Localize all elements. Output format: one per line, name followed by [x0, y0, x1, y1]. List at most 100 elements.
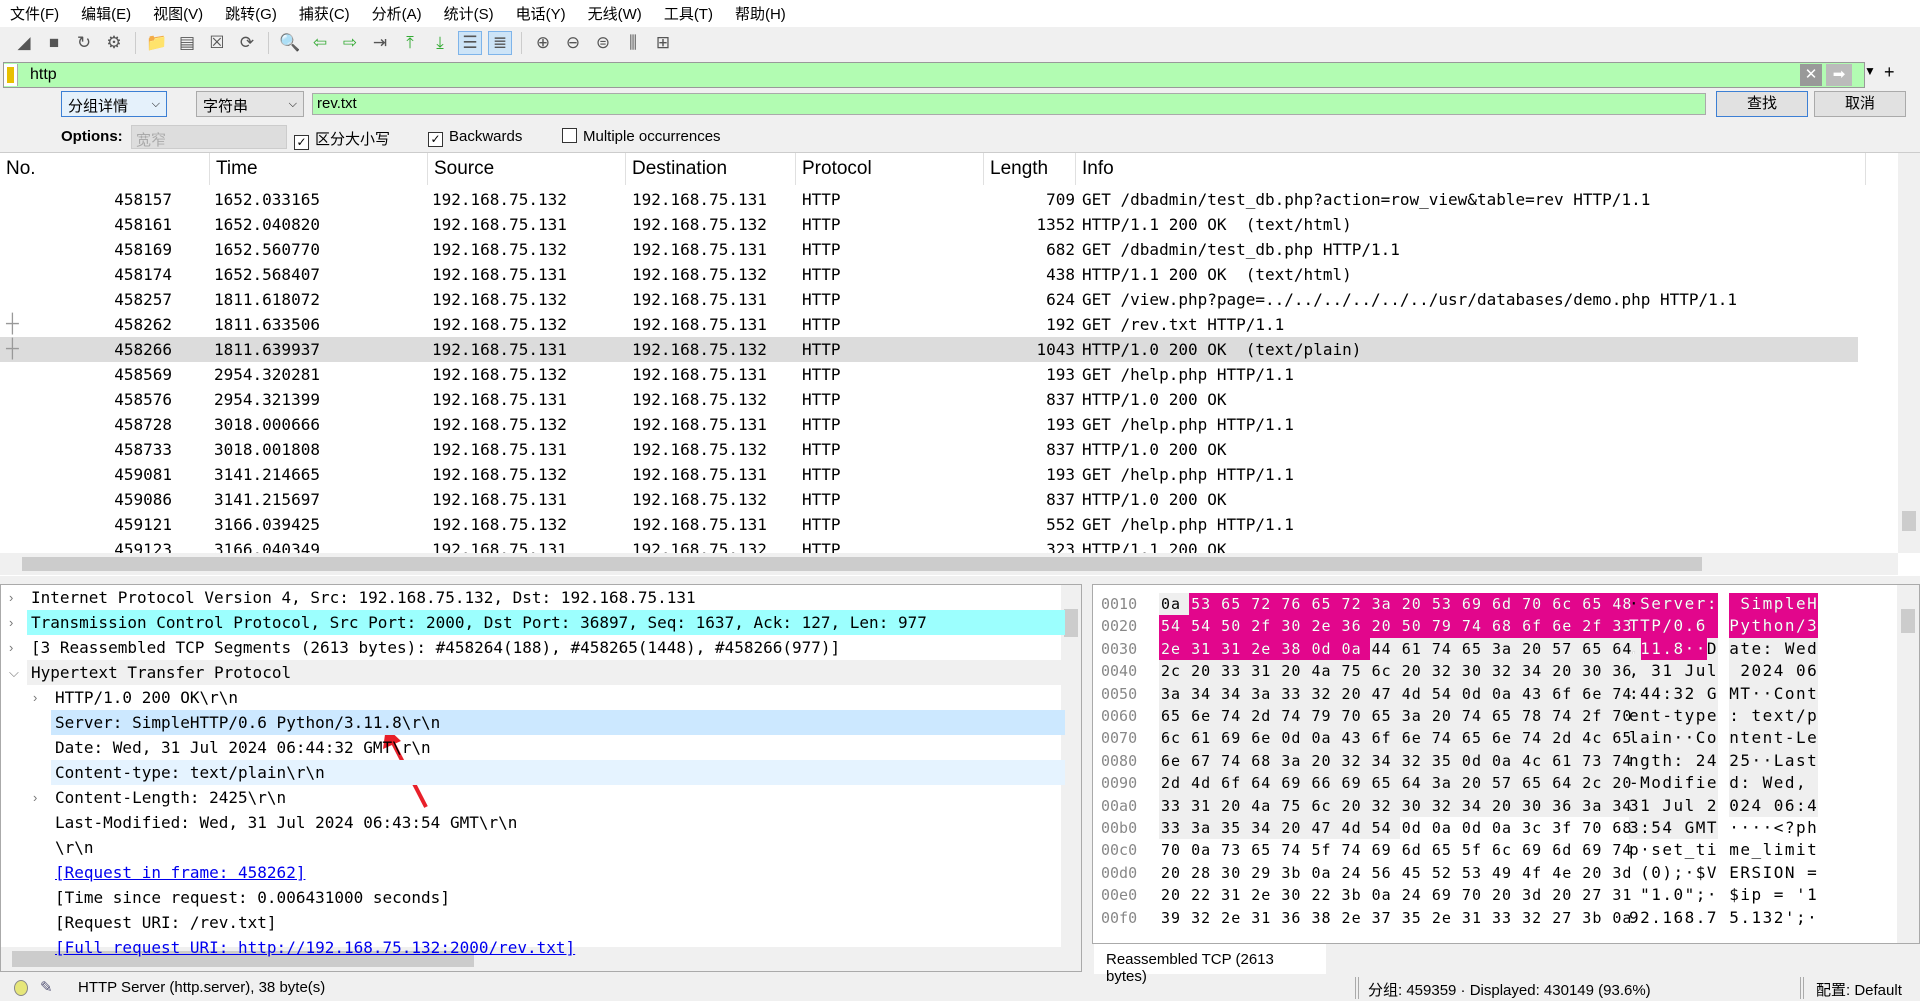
ascii-text[interactable]: -Modifie d: Wed,: [1629, 772, 1818, 794]
bytes-tab-reassembled-tcp[interactable]: Reassembled TCP (2613 bytes): [1094, 944, 1326, 985]
case-sensitive-checkbox[interactable]: ✓ 区分大小写: [294, 128, 390, 150]
menu-item[interactable]: 捕获(C): [299, 3, 350, 24]
ascii-text[interactable]: lain··Co ntent-Le: [1629, 727, 1818, 749]
column-header-source[interactable]: Source: [428, 153, 626, 185]
backwards-checkbox[interactable]: ✓ Backwards: [428, 128, 522, 147]
menu-item[interactable]: 帮助(H): [735, 3, 786, 24]
packet-row[interactable]: 458733 3018.001808 192.168.75.131 192.168.7…: [0, 437, 1858, 462]
open-folder-icon[interactable]: 📁: [145, 31, 169, 55]
autoscroll-icon[interactable]: ☰: [458, 31, 482, 55]
details-tree-item[interactable]: [Time since request: 0.006431000 seconds…: [51, 885, 1065, 910]
column-header-length[interactable]: Length: [984, 153, 1076, 185]
colorize-icon[interactable]: ≣: [488, 31, 512, 55]
menu-item[interactable]: 电话(Y): [516, 3, 566, 24]
last-packet-icon[interactable]: ⤓: [428, 31, 452, 55]
details-tree-item[interactable]: \r\n: [51, 835, 1065, 860]
ascii-text[interactable]: ngth: 24 25··Last: [1629, 750, 1818, 772]
ascii-text[interactable]: 92.168.7 5.132';·: [1629, 907, 1818, 929]
details-tree-item[interactable]: Transmission Control Protocol, Src Port:…: [27, 610, 1065, 635]
hex-bytes[interactable]: 6c 61 69 6e 0d 0a 43 6f 6e 74 65 6e 74 2…: [1161, 727, 1632, 749]
hex-bytes[interactable]: 2d 4d 6f 64 69 66 69 65 64 3a 20 57 65 6…: [1161, 772, 1632, 794]
chevron-right-icon[interactable]: ›: [9, 585, 23, 610]
search-type-select[interactable]: 字符串 ⌵: [196, 91, 304, 117]
details-tree-item[interactable]: [Request URI: /rev.txt]: [51, 910, 1065, 935]
menu-item[interactable]: 无线(W): [588, 3, 642, 24]
menu-item[interactable]: 视图(V): [153, 3, 203, 24]
ascii-text[interactable]: "1.0";· $ip = '1: [1629, 884, 1818, 906]
reload-icon[interactable]: ⟳: [235, 31, 259, 55]
packet-row[interactable]: 458174 1652.568407 192.168.75.131 192.168.7…: [0, 262, 1858, 287]
cancel-button[interactable]: 取消: [1814, 91, 1906, 117]
chevron-right-icon[interactable]: ›: [33, 685, 47, 710]
packet-row[interactable]: 458169 1652.560770 192.168.75.132 192.168.7…: [0, 237, 1858, 262]
chevron-right-icon[interactable]: ›: [9, 635, 23, 660]
details-tree-item[interactable]: Content-Length: 2425\r\n: [51, 785, 1065, 810]
hex-bytes[interactable]: 2c 20 33 31 20 4a 75 6c 20 32 30 32 34 2…: [1161, 660, 1632, 682]
ascii-text[interactable]: p·set_ti me_limit: [1629, 839, 1818, 861]
details-link[interactable]: [Request in frame: 458262]: [51, 860, 1065, 885]
find-icon[interactable]: 🔍: [278, 31, 302, 55]
packet-row[interactable]: 458262 1811.633506 192.168.75.132 192.168.7…: [0, 312, 1858, 337]
hex-bytes[interactable]: 20 22 31 2e 30 22 3b 0a 24 69 70 20 3d 2…: [1161, 884, 1632, 906]
packet-row[interactable]: 458569 2954.320281 192.168.75.132 192.168.7…: [0, 362, 1858, 387]
details-tree-item[interactable]: Content-type: text/plain\r\n: [51, 760, 1065, 785]
search-string-input[interactable]: rev.txt: [312, 93, 1706, 115]
apply-filter-arrow-icon[interactable]: ➡: [1826, 64, 1852, 86]
multiple-occurrences-checkbox[interactable]: Multiple occurrences: [562, 128, 721, 145]
menu-item[interactable]: 编辑(E): [81, 3, 131, 24]
packet-list-vertical-scrollbar[interactable]: [1898, 153, 1920, 553]
packet-row[interactable]: 458257 1811.618072 192.168.75.132 192.168.7…: [0, 287, 1858, 312]
menu-item[interactable]: 统计(S): [444, 3, 494, 24]
packet-row[interactable]: 458157 1652.033165 192.168.75.132 192.168.7…: [0, 187, 1858, 212]
hex-bytes[interactable]: 33 3a 35 34 20 47 4d 54 0d 0a 0d 0a 3c 3…: [1161, 817, 1632, 839]
layout-icon[interactable]: ⊞: [651, 31, 675, 55]
hex-bytes[interactable]: 65 6e 74 2d 74 79 70 65 3a 20 74 65 78 7…: [1161, 705, 1632, 727]
shark-fin-start-icon[interactable]: ◢: [12, 31, 36, 55]
resize-columns-icon[interactable]: ⫼: [621, 31, 645, 55]
hex-bytes[interactable]: 33 31 20 4a 75 6c 20 32 30 32 34 20 30 3…: [1161, 795, 1632, 817]
hex-bytes[interactable]: 3a 34 34 3a 33 32 20 47 4d 54 0d 0a 43 6…: [1161, 683, 1632, 705]
details-tree-item[interactable]: Hypertext Transfer Protocol: [27, 660, 1065, 685]
ascii-text[interactable]: 31 Jul 2 024 06:4: [1629, 795, 1818, 817]
packet-list-horizontal-scrollbar[interactable]: [0, 553, 1898, 575]
zoom-normal-icon[interactable]: ⊜: [591, 31, 615, 55]
tree-item-link-text[interactable]: [Full request URI: http://192.168.75.132…: [55, 938, 575, 957]
zoom-in-icon[interactable]: ⊕: [531, 31, 555, 55]
file-icon[interactable]: ▤: [175, 31, 199, 55]
packet-row[interactable]: 459086 3141.215697 192.168.75.131 192.168.7…: [0, 487, 1858, 512]
details-tree-item[interactable]: Server: SimpleHTTP/0.6 Python/3.11.8\r\n: [51, 710, 1065, 735]
chevron-right-icon[interactable]: ›: [9, 610, 23, 635]
ascii-text[interactable]: 3:54 GMT ····<?ph: [1629, 817, 1818, 839]
packet-row[interactable]: 459081 3141.214665 192.168.75.132 192.168.7…: [0, 462, 1858, 487]
ascii-text[interactable]: :44:32 G MT··Cont: [1629, 683, 1818, 705]
ascii-text[interactable]: ent-type : text/p: [1629, 705, 1818, 727]
goto-packet-icon[interactable]: ⇥: [368, 31, 392, 55]
stop-icon[interactable]: ■: [42, 31, 66, 55]
details-tree-item[interactable]: [3 Reassembled TCP Segments (2613 bytes)…: [27, 635, 1065, 660]
column-header-time[interactable]: Time: [210, 153, 428, 185]
column-header-protocol[interactable]: Protocol: [796, 153, 984, 185]
hex-bytes[interactable]: 39 32 2e 31 36 38 2e 37 35 2e 31 33 32 2…: [1161, 907, 1632, 929]
tree-item-link-text[interactable]: [Request in frame: 458262]: [55, 863, 305, 882]
options-gear-icon[interactable]: ⚙: [102, 31, 126, 55]
hex-bytes[interactable]: 20 28 30 29 3b 0a 24 56 45 52 53 49 4f 4…: [1161, 862, 1632, 884]
ascii-text[interactable]: (0);·$V ERSION =: [1629, 862, 1818, 884]
clear-filter-icon[interactable]: ✕: [1800, 64, 1822, 86]
packet-row[interactable]: 458266 1811.639937 192.168.75.131 192.168.7…: [0, 337, 1858, 362]
scrollbar-thumb[interactable]: [1902, 511, 1916, 531]
search-scope-select[interactable]: 分组详情 ⌵: [61, 91, 167, 117]
hex-bytes[interactable]: 70 0a 73 65 74 5f 74 69 6d 65 5f 6c 69 6…: [1161, 839, 1632, 861]
find-button[interactable]: 查找: [1716, 91, 1808, 117]
restart-icon[interactable]: ↻: [72, 31, 96, 55]
add-filter-button[interactable]: +: [1884, 62, 1895, 83]
capture-comment-icon[interactable]: ✎: [40, 978, 53, 996]
bytes-vertical-scrollbar[interactable]: [1897, 585, 1919, 943]
packet-row[interactable]: 459121 3166.039425 192.168.75.132 192.168.7…: [0, 512, 1858, 537]
ascii-text[interactable]: , 31 Jul 2024 06: [1629, 660, 1818, 682]
filter-history-dropdown-icon[interactable]: ▼: [1864, 64, 1876, 78]
packet-row[interactable]: 458576 2954.321399 192.168.75.131 192.168.7…: [0, 387, 1858, 412]
expert-info-indicator-icon[interactable]: [14, 980, 28, 996]
menu-item[interactable]: 分析(A): [372, 3, 422, 24]
column-header-info[interactable]: Info: [1076, 153, 1866, 185]
forward-arrow-icon[interactable]: ⇨: [338, 31, 362, 55]
